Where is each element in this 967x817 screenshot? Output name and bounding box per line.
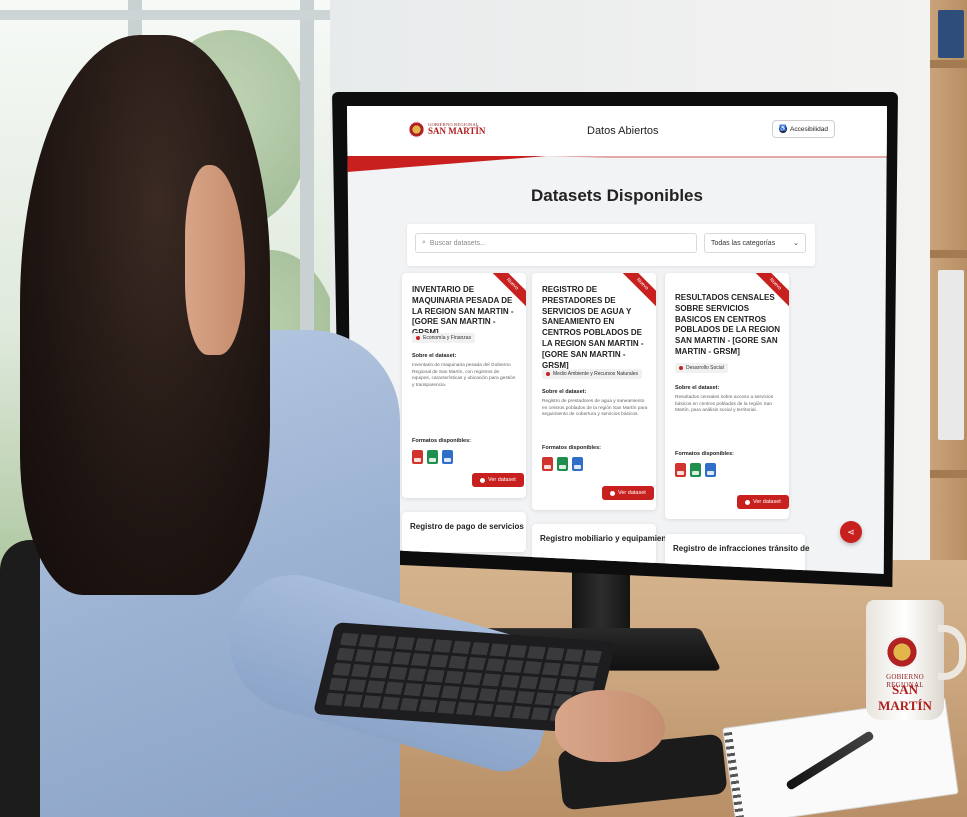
logo-line-2: SAN MARTÍN — [428, 126, 486, 137]
person-hand — [555, 690, 665, 762]
category-select[interactable]: Todas las categorías ⌄ — [704, 233, 806, 253]
category-tag[interactable]: Economía y Finanzas — [412, 333, 476, 343]
accessibility-label: Accesibilidad — [790, 125, 828, 133]
binder — [938, 10, 964, 58]
eye-icon — [610, 490, 615, 496]
binder — [938, 270, 964, 440]
doc-file-icon[interactable] — [442, 450, 453, 464]
accessibility-icon: ♿ — [779, 125, 787, 133]
about-text: Inventario de maquinaria pesada del Gobi… — [412, 363, 516, 389]
mug-emblem-icon — [885, 635, 919, 669]
tag-icon — [416, 336, 420, 340]
formats-list — [412, 450, 453, 464]
search-placeholder: Buscar datasets... — [429, 239, 486, 247]
xls-file-icon[interactable] — [557, 457, 568, 471]
view-dataset-label: Ver dataset — [488, 477, 516, 483]
shelf-board — [930, 250, 967, 258]
office-scene: GOBIERNO REGIONAL SAN MARTÍN Datos Abier… — [0, 0, 967, 817]
about-label: Sobre el dataset: — [675, 385, 720, 391]
search-panel: ⌕ Buscar datasets... Todas las categoría… — [407, 224, 815, 266]
dataset-card[interactable]: Nuevo REGISTRO DE PRESTADORES DE SERVICI… — [532, 273, 656, 510]
window-frame — [0, 10, 330, 20]
view-dataset-button[interactable]: Ver dataset — [737, 495, 789, 509]
site-logo[interactable]: GOBIERNO REGIONAL SAN MARTÍN — [409, 121, 485, 138]
tag-icon — [679, 366, 683, 370]
eye-icon — [745, 499, 750, 505]
pdf-file-icon[interactable] — [675, 463, 686, 477]
dataset-card[interactable]: Nuevo RESULTADOS CENSALES SOBRE SERVICIO… — [665, 273, 789, 519]
shelf-board — [930, 60, 967, 68]
about-label: Sobre el dataset: — [412, 353, 457, 359]
formats-label: Formatos disponibles: — [675, 451, 734, 457]
dataset-title: Registro mobiliario y equipamiento — [540, 534, 674, 543]
category-tag-label: Medio Ambiente y Recursos Naturales — [553, 371, 639, 377]
regional-emblem-icon — [409, 121, 424, 138]
category-selected: Todas las categorías — [711, 239, 776, 247]
dataset-title: Registro de infracciones tránsito de — [673, 544, 810, 553]
xls-file-icon[interactable] — [690, 463, 701, 477]
view-dataset-label: Ver dataset — [618, 490, 646, 496]
formats-list — [675, 463, 716, 477]
category-tag[interactable]: Desarrollo Social — [675, 363, 728, 373]
category-tag-label: Desarrollo Social — [686, 365, 724, 371]
dataset-card-partial[interactable]: Registro de pago de servicios — [402, 512, 526, 552]
dataset-title: INVENTARIO DE MAQUINARIA PESADA DE LA RE… — [412, 285, 514, 337]
chevron-down-icon: ⌄ — [793, 240, 799, 247]
view-dataset-button[interactable]: Ver dataset — [602, 486, 654, 500]
search-icon: ⌕ — [422, 239, 426, 246]
doc-file-icon[interactable] — [572, 457, 583, 471]
site-title: Datos Abiertos — [587, 125, 659, 137]
doc-file-icon[interactable] — [705, 463, 716, 477]
category-tag-label: Economía y Finanzas — [423, 335, 472, 341]
page-title: Datasets Disponibles — [531, 186, 703, 205]
accessibility-button[interactable]: ♿ Accesibilidad — [772, 120, 835, 138]
about-text: Registro de prestadores de agua y saneam… — [542, 399, 648, 418]
dataset-title: RESULTADOS CENSALES SOBRE SERVICIOS BASI… — [675, 293, 781, 356]
formats-label: Formatos disponibles: — [412, 438, 471, 444]
pdf-file-icon[interactable] — [542, 457, 553, 471]
dataset-title: Registro de pago de servicios — [410, 522, 524, 531]
site-header: GOBIERNO REGIONAL SAN MARTÍN Datos Abier… — [347, 106, 887, 156]
search-input[interactable]: ⌕ Buscar datasets... — [415, 233, 697, 253]
about-text: Resultados censales sobre acceso a servi… — [675, 395, 774, 414]
tag-icon — [546, 372, 550, 376]
formats-label: Formatos disponibles: — [542, 445, 601, 451]
view-dataset-label: Ver dataset — [753, 499, 781, 505]
shelf-board — [930, 470, 967, 478]
eye-icon — [480, 477, 485, 483]
formats-list — [542, 457, 583, 471]
category-tag[interactable]: Medio Ambiente y Recursos Naturales — [542, 369, 643, 379]
about-label: Sobre el dataset: — [542, 389, 587, 395]
view-dataset-button[interactable]: Ver dataset — [472, 473, 524, 487]
monitor-screen: GOBIERNO REGIONAL SAN MARTÍN Datos Abier… — [347, 106, 887, 574]
pdf-file-icon[interactable] — [412, 450, 423, 464]
dataset-title: REGISTRO DE PRESTADORES DE SERVICIOS DE … — [542, 285, 644, 370]
dataset-card[interactable]: Nuevo INVENTARIO DE MAQUINARIA PESADA DE… — [402, 273, 526, 498]
mug-text-line-2: SAN MARTÍN — [878, 682, 932, 713]
xls-file-icon[interactable] — [427, 450, 438, 464]
share-icon[interactable]: ⋖ — [840, 521, 862, 543]
